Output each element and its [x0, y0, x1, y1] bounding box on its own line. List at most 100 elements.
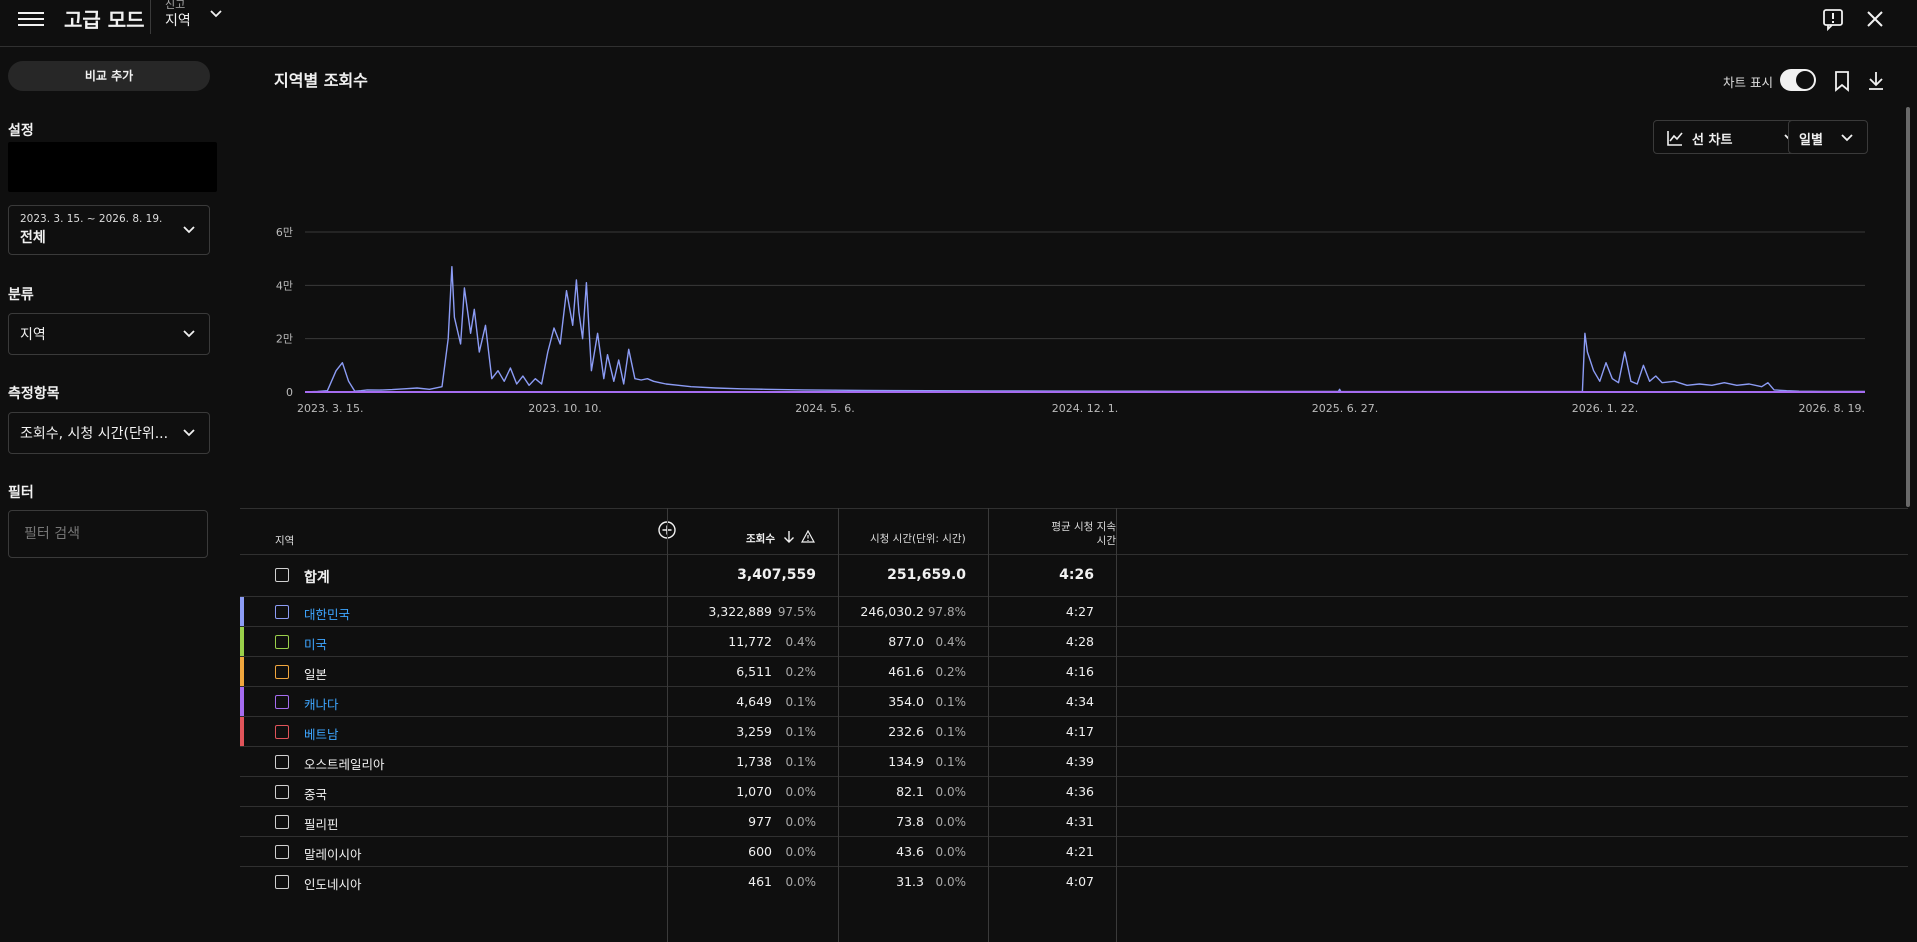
breadcrumb-category: 신고	[165, 0, 186, 11]
row-watch-percent: 0.0%	[935, 875, 967, 889]
header-watch-time[interactable]: 시청 시간(단위: 시간)	[870, 531, 966, 546]
column-divider	[988, 508, 989, 942]
app-title: 고급 모드	[64, 8, 145, 32]
header-avg-duration-line2[interactable]: 시간	[1028, 533, 1116, 548]
header-region[interactable]: 지역	[275, 533, 294, 548]
row-checkbox[interactable]	[275, 665, 289, 679]
x-tick-label: 2024. 5. 6.	[795, 402, 854, 415]
table-row[interactable]: 인도네시아 461 0.0% 31.3 0.0% 4:07	[240, 866, 1908, 897]
table-row[interactable]: 말레이시아 600 0.0% 43.6 0.0% 4:21	[240, 836, 1908, 867]
row-name[interactable]: 말레이시아	[304, 844, 362, 863]
bookmark-icon[interactable]	[1830, 69, 1854, 93]
chart-title: 지역별 조회수	[274, 71, 368, 90]
sort-arrow-down-icon[interactable]	[783, 530, 795, 544]
row-avg-duration: 4:39	[1065, 754, 1094, 769]
y-tick-label: 6만	[276, 226, 293, 239]
breakdown-label: 분류	[8, 287, 34, 303]
row-checkbox[interactable]	[275, 875, 289, 889]
row-name[interactable]: 인도네시아	[304, 874, 362, 893]
row-views-percent: 0.1%	[785, 695, 817, 709]
row-watch-percent: 97.8%	[927, 605, 966, 619]
row-watch-time: 232.6	[888, 724, 924, 739]
add-comparison-button[interactable]: 비교 추가	[8, 61, 210, 91]
row-name[interactable]: 일본	[304, 664, 327, 683]
chevron-down-icon	[183, 226, 195, 234]
close-icon[interactable]	[1862, 6, 1888, 32]
table-row[interactable]: 베트남 3,259 0.1% 232.6 0.1% 4:17	[240, 716, 1908, 747]
row-name[interactable]: 캐나다	[304, 694, 339, 713]
row-avg-duration: 4:21	[1065, 844, 1094, 859]
row-checkbox[interactable]	[275, 815, 289, 829]
breadcrumb[interactable]: 신고 지역	[165, 0, 191, 29]
row-avg-duration: 4:36	[1065, 784, 1094, 799]
column-divider	[838, 508, 839, 942]
settings-label: 설정	[8, 123, 34, 139]
chevron-down-icon[interactable]	[208, 6, 224, 22]
row-watch-time: 82.1	[896, 784, 924, 799]
vertical-scrollbar[interactable]	[1906, 107, 1910, 507]
chevron-down-icon	[183, 429, 195, 437]
row-watch-percent: 0.1%	[935, 755, 967, 769]
row-watch-percent: 0.0%	[935, 845, 967, 859]
redacted-content	[8, 142, 217, 192]
row-name[interactable]: 오스트레일리아	[304, 754, 385, 773]
row-checkbox[interactable]	[275, 695, 289, 709]
table-row[interactable]: 대한민국 3,322,889 97.5% 246,030.2 97.8% 4:27	[240, 596, 1908, 627]
row-name[interactable]: 미국	[304, 634, 327, 653]
filter-search-input[interactable]	[8, 510, 208, 558]
table-row-total[interactable]: 합계 3,407,559 251,659.0 4:26	[240, 554, 1908, 597]
y-tick-label: 0	[286, 386, 293, 399]
row-views-percent: 0.2%	[785, 665, 817, 679]
warning-icon[interactable]	[801, 530, 815, 543]
date-range-text: 2023. 3. 15. ~ 2026. 8. 19.	[20, 213, 163, 225]
row-views: 461	[748, 874, 772, 889]
breakdown-select[interactable]: 지역	[8, 313, 210, 355]
row-views: 3,322,889	[708, 604, 772, 619]
row-name[interactable]: 베트남	[304, 724, 339, 743]
row-watch-time: 461.6	[888, 664, 924, 679]
row-name[interactable]: 대한민국	[304, 604, 350, 623]
x-tick-label: 2026. 8. 19.	[1799, 402, 1865, 415]
row-checkbox[interactable]	[275, 725, 289, 739]
feedback-icon[interactable]	[1820, 6, 1846, 32]
row-views-percent: 0.1%	[785, 725, 817, 739]
interval-dropdown[interactable]: 일별	[1788, 120, 1868, 154]
metrics-select[interactable]: 조회수, 시청 시간(단위...	[8, 412, 210, 454]
table-row[interactable]: 필리핀 977 0.0% 73.8 0.0% 4:31	[240, 806, 1908, 837]
row-avg-duration: 4:26	[1059, 567, 1094, 583]
row-checkbox[interactable]	[275, 605, 289, 619]
date-preset-text: 전체	[20, 230, 46, 246]
row-name[interactable]: 중국	[304, 784, 327, 803]
series-color-bar	[240, 597, 244, 627]
filter-label: 필터	[8, 485, 34, 501]
row-avg-duration: 4:34	[1065, 694, 1094, 709]
row-checkbox[interactable]	[275, 568, 289, 582]
menu-icon[interactable]	[18, 8, 44, 30]
row-watch-time: 73.8	[896, 814, 924, 829]
row-watch-time: 354.0	[888, 694, 924, 709]
table-row[interactable]: 오스트레일리아 1,738 0.1% 134.9 0.1% 4:39	[240, 746, 1908, 777]
x-tick-label: 2024. 12. 1.	[1052, 402, 1118, 415]
header-views[interactable]: 조회수	[746, 531, 775, 546]
row-name[interactable]: 필리핀	[304, 814, 339, 833]
row-checkbox[interactable]	[275, 635, 289, 649]
row-watch-time: 877.0	[888, 634, 924, 649]
table-row[interactable]: 중국 1,070 0.0% 82.1 0.0% 4:36	[240, 776, 1908, 807]
row-checkbox[interactable]	[275, 845, 289, 859]
row-views-percent: 0.0%	[785, 815, 817, 829]
chevron-down-icon	[1841, 134, 1853, 142]
row-views: 4,649	[736, 694, 772, 709]
row-checkbox[interactable]	[275, 785, 289, 799]
line-chart-icon	[1667, 131, 1683, 146]
row-checkbox[interactable]	[275, 755, 289, 769]
table-row[interactable]: 일본 6,511 0.2% 461.6 0.2% 4:16	[240, 656, 1908, 687]
date-range-select[interactable]: 2023. 3. 15. ~ 2026. 8. 19. 전체	[8, 205, 210, 255]
download-icon[interactable]	[1864, 69, 1888, 93]
table-row[interactable]: 캐나다 4,649 0.1% 354.0 0.1% 4:34	[240, 686, 1908, 717]
show-chart-label: 차트 표시	[1723, 75, 1773, 90]
table-row[interactable]: 미국 11,772 0.4% 877.0 0.4% 4:28	[240, 626, 1908, 657]
row-watch-percent: 0.1%	[935, 695, 967, 709]
header-avg-duration-line1[interactable]: 평균 시청 지속	[1028, 519, 1116, 534]
row-views: 600	[748, 844, 772, 859]
show-chart-toggle[interactable]	[1780, 69, 1816, 91]
